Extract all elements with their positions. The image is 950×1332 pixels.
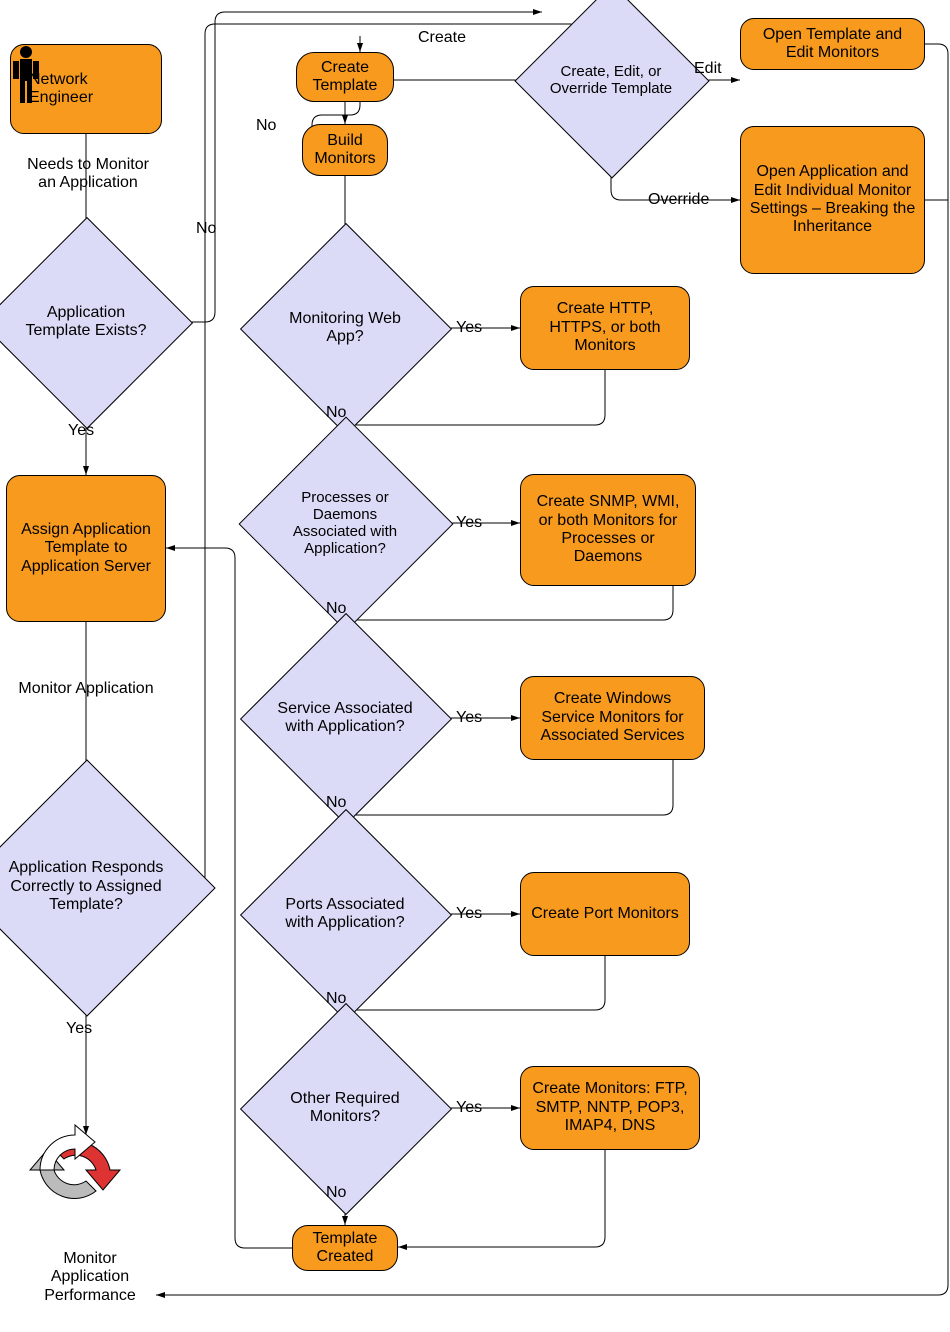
actor-label: Network Engineer: [29, 71, 153, 108]
create-template-label: Create Template: [305, 59, 385, 96]
create-snmp-label: Create SNMP, WMI, or both Monitors for P…: [529, 493, 687, 567]
create-winservice-label: Create Windows Service Monitors for Asso…: [529, 690, 696, 745]
edge-no-other: No: [326, 1184, 346, 1202]
edge-no-proc: No: [326, 600, 346, 618]
edge-no-ports: No: [326, 990, 346, 1008]
build-monitors-label: Build Monitors: [311, 132, 379, 169]
edge-needs-monitor: Needs to Monitor an Application: [18, 156, 158, 192]
edge-yes-other: Yes: [456, 1099, 482, 1117]
edge-monitor-application: Monitor Application: [10, 680, 162, 698]
decision-other-monitors-label: Other Required Monitors?: [277, 1090, 413, 1127]
edge-yes-template-exists: Yes: [68, 422, 94, 440]
edge-edit: Edit: [694, 60, 722, 78]
decision-template-exists: Application Template Exists?: [12, 248, 160, 396]
create-template-node: Create Template: [296, 52, 394, 102]
decision-service: Service Associated with Application?: [271, 644, 419, 792]
decision-other-monitors: Other Required Monitors?: [271, 1034, 419, 1182]
create-http-node: Create HTTP, HTTPS, or both Monitors: [520, 286, 690, 370]
decision-responds-correctly-label: Application Responds Correctly to Assign…: [2, 859, 170, 914]
decision-ports: Ports Associated with Application?: [271, 840, 419, 988]
edge-no-template-exists: No: [196, 220, 216, 238]
edge-no-service: No: [326, 794, 346, 812]
create-other-node: Create Monitors: FTP, SMTP, NNTP, POP3, …: [520, 1066, 700, 1150]
assign-template-label: Assign Application Template to Applicati…: [15, 521, 157, 576]
decision-create-edit-override: Create, Edit, or Override Template: [543, 12, 679, 148]
decision-monitoring-web: Monitoring Web App?: [271, 254, 419, 402]
decision-ports-label: Ports Associated with Application?: [277, 896, 413, 933]
edge-yes-proc: Yes: [456, 514, 482, 532]
decision-monitoring-web-label: Monitoring Web App?: [277, 310, 413, 347]
decision-create-edit-override-label: Create, Edit, or Override Template: [549, 63, 673, 98]
monitor-perf-caption: Monitor Application Performance: [30, 1250, 150, 1305]
edge-override: Override: [648, 191, 709, 209]
create-port-label: Create Port Monitors: [531, 905, 679, 923]
decision-service-label: Service Associated with Application?: [277, 700, 413, 737]
edge-no-responds: No: [256, 117, 276, 135]
create-port-node: Create Port Monitors: [520, 872, 690, 956]
actor-node: Network Engineer: [10, 44, 162, 134]
create-other-label: Create Monitors: FTP, SMTP, NNTP, POP3, …: [529, 1080, 691, 1135]
template-created-node: Template Created: [292, 1225, 398, 1271]
open-application-node: Open Application and Edit Individual Mon…: [740, 126, 925, 274]
edge-yes-responds: Yes: [66, 1020, 92, 1038]
decision-responds-correctly: Application Responds Correctly to Assign…: [0, 797, 176, 977]
create-snmp-node: Create SNMP, WMI, or both Monitors for P…: [520, 474, 696, 586]
decision-processes-label: Processes or Daemons Associated with App…: [276, 489, 414, 558]
edge-no-web: No: [326, 404, 346, 422]
edge-yes-service: Yes: [456, 709, 482, 727]
create-winservice-node: Create Windows Service Monitors for Asso…: [520, 676, 705, 760]
edge-yes-ports: Yes: [456, 905, 482, 923]
cycle-icon: [30, 1125, 120, 1198]
open-application-label: Open Application and Edit Individual Mon…: [749, 163, 916, 237]
template-created-label: Template Created: [301, 1230, 389, 1267]
open-template-node: Open Template and Edit Monitors: [740, 18, 925, 70]
person-icon: [11, 45, 41, 105]
open-template-label: Open Template and Edit Monitors: [749, 26, 916, 63]
decision-template-exists-label: Application Template Exists?: [18, 304, 154, 341]
build-monitors-node: Build Monitors: [302, 124, 388, 176]
create-http-label: Create HTTP, HTTPS, or both Monitors: [529, 300, 681, 355]
edge-yes-web: Yes: [456, 319, 482, 337]
assign-template-node: Assign Application Template to Applicati…: [6, 475, 166, 622]
edge-create: Create: [418, 29, 466, 47]
decision-processes: Processes or Daemons Associated with App…: [270, 448, 420, 598]
